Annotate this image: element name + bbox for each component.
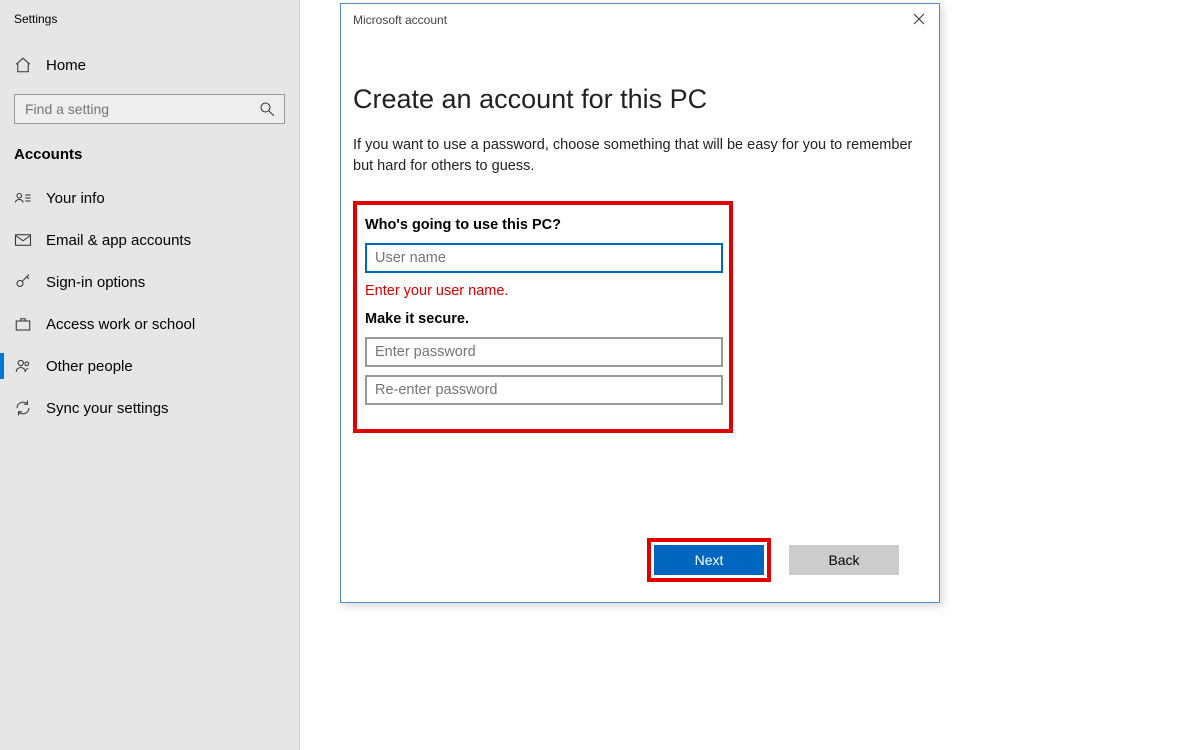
form-highlight-box: Who's going to use this PC? Enter your u…	[353, 201, 733, 433]
password-confirm-input[interactable]	[365, 375, 723, 405]
sidebar-item-label: Sign-in options	[46, 274, 145, 291]
username-error: Enter your user name.	[365, 283, 713, 299]
close-button[interactable]	[909, 10, 929, 30]
search-icon	[258, 100, 276, 118]
sidebar-section-heading: Accounts	[0, 146, 299, 177]
dialog-description: If you want to use a password, choose so…	[353, 135, 913, 177]
settings-sidebar: Settings Home Accounts Your info Email &…	[0, 0, 300, 750]
search-input-container[interactable]	[14, 94, 285, 124]
sidebar-item-label: Access work or school	[46, 316, 195, 333]
next-button[interactable]: Next	[654, 545, 764, 575]
sidebar-item-your-info[interactable]: Your info	[0, 177, 299, 219]
sidebar-item-signin-options[interactable]: Sign-in options	[0, 261, 299, 303]
dialog-body: Create an account for this PC If you wan…	[341, 34, 939, 433]
next-button-label: Next	[695, 552, 724, 568]
back-button-label: Back	[828, 552, 859, 568]
sidebar-item-access-work[interactable]: Access work or school	[0, 303, 299, 345]
sync-icon	[14, 399, 32, 417]
dialog-titlebar: Microsoft account	[341, 4, 939, 34]
secure-section-label: Make it secure.	[365, 311, 713, 327]
sidebar-item-label: Email & app accounts	[46, 232, 191, 249]
sidebar-item-other-people[interactable]: Other people	[0, 345, 299, 387]
password-input[interactable]	[365, 337, 723, 367]
people-icon	[14, 357, 32, 375]
sidebar-item-label: Other people	[46, 358, 133, 375]
briefcase-icon	[14, 315, 32, 333]
home-icon	[14, 56, 32, 74]
close-icon	[913, 13, 925, 28]
mail-icon	[14, 231, 32, 249]
sidebar-item-email[interactable]: Email & app accounts	[0, 219, 299, 261]
next-button-highlight: Next	[647, 538, 771, 582]
microsoft-account-dialog: Microsoft account Create an account for …	[340, 3, 940, 603]
sidebar-item-label: Your info	[46, 190, 105, 207]
sidebar-item-sync[interactable]: Sync your settings	[0, 387, 299, 429]
key-icon	[14, 273, 32, 291]
dialog-footer: Next Back	[647, 538, 899, 582]
sidebar-item-label: Sync your settings	[46, 400, 169, 417]
sidebar-item-home[interactable]: Home	[0, 32, 299, 94]
username-input[interactable]	[365, 243, 723, 273]
back-button[interactable]: Back	[789, 545, 899, 575]
dialog-title: Create an account for this PC	[353, 84, 927, 115]
settings-app-title: Settings	[0, 0, 299, 32]
search-input[interactable]	[23, 100, 227, 118]
user-section-label: Who's going to use this PC?	[365, 217, 713, 233]
person-card-icon	[14, 189, 32, 207]
home-label: Home	[46, 57, 86, 74]
dialog-window-title: Microsoft account	[353, 13, 447, 27]
